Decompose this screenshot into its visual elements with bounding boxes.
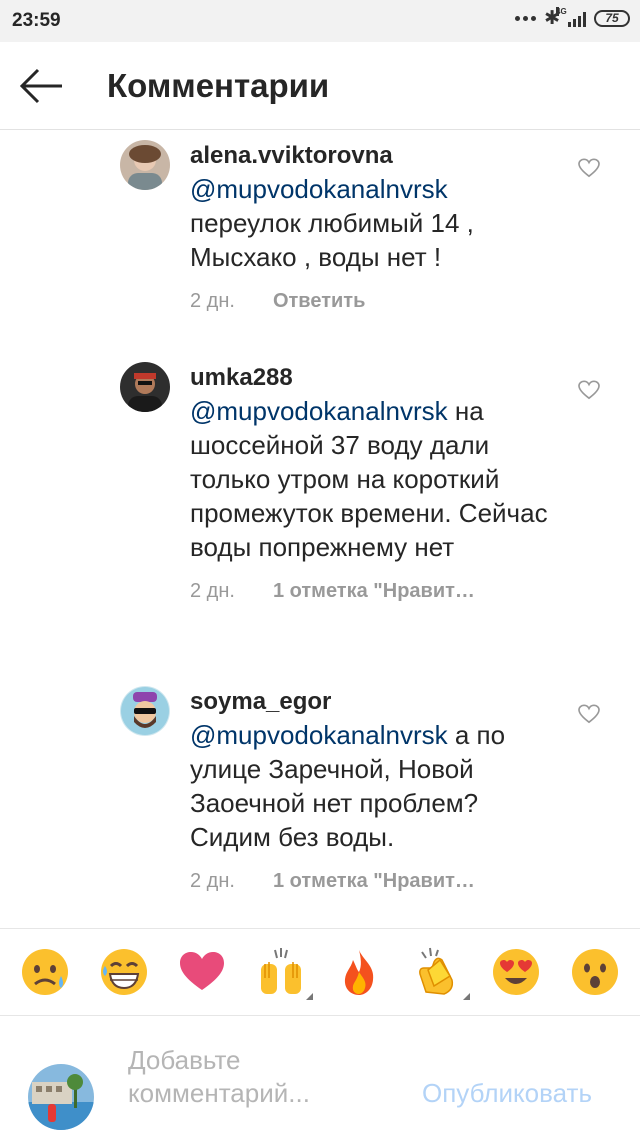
comment-input[interactable]: Добавьте комментарий...: [128, 1044, 408, 1110]
comment-mention[interactable]: @mupvodokanalnvrsk: [190, 396, 448, 426]
comment-time: 2 дн.: [190, 870, 235, 892]
comment-meta: 2 дн. 1 отметка "Нравит…: [190, 580, 560, 603]
likes-count-link[interactable]: 1 отметка "Нравит…: [273, 580, 475, 603]
avatar[interactable]: [120, 140, 170, 190]
avatar: [28, 1064, 94, 1130]
comment-username[interactable]: alena.vviktorovna: [190, 140, 560, 172]
comment-mention[interactable]: @mupvodokanalnvrsk: [190, 720, 448, 750]
publish-button[interactable]: Опубликовать: [422, 1078, 592, 1109]
status-bar: 23:59 ✱ 4G 75: [0, 0, 640, 42]
network-type-label: 4G: [556, 6, 567, 16]
comment-meta: 2 дн. 1 отметка "Нравит…: [190, 870, 560, 893]
comment-body: umka288 @mupvodokanalnvrsk на шоссейной …: [190, 362, 560, 603]
comment-time: 2 дн.: [190, 580, 235, 602]
comment-mention[interactable]: @mupvodokanalnvrsk: [190, 174, 448, 204]
reply-button[interactable]: Ответить: [273, 290, 365, 313]
clapping-hands-emoji[interactable]: [412, 946, 470, 1000]
comment-compose: Добавьте комментарий... Опубликовать: [0, 1016, 640, 1138]
heart-outline-icon[interactable]: [578, 704, 600, 724]
comment-time: 2 дн.: [190, 290, 235, 312]
likes-count-link[interactable]: 1 отметка "Нравит…: [273, 870, 475, 893]
comment-meta: 2 дн. Ответить: [190, 290, 560, 313]
heart-emoji[interactable]: [176, 946, 228, 998]
avatar[interactable]: [120, 686, 170, 736]
comment-text: @mupvodokanalnvrsk а по улице Заречной, …: [190, 718, 560, 854]
page-title: Комментарии: [107, 67, 330, 104]
skin-tone-indicator: [305, 993, 313, 1000]
fire-emoji[interactable]: [333, 946, 385, 998]
raised-hands-emoji[interactable]: [255, 946, 313, 1000]
heart-outline-icon[interactable]: [578, 380, 600, 400]
comment-username[interactable]: umka288: [190, 362, 560, 394]
sad-tear-emoji[interactable]: [19, 946, 71, 998]
signal-icon: 4G: [556, 6, 586, 27]
comment-body: alena.vviktorovna @mupvodokanalnvrsk пер…: [190, 140, 560, 313]
comment-body: soyma_egor @mupvodokanalnvrsk а по улице…: [190, 686, 560, 893]
status-icons: ✱ 4G 75: [515, 6, 630, 28]
more-dots-icon: [515, 16, 537, 21]
app-header: Комментарии: [0, 42, 640, 130]
emoji-quick-bar: [0, 928, 640, 1016]
heart-outline-icon[interactable]: [578, 158, 600, 178]
grin-sweat-emoji[interactable]: [98, 946, 150, 998]
comment-text: @mupvodokanalnvrsk переулок любимый 14 ,…: [190, 172, 560, 274]
skin-tone-indicator: [462, 993, 470, 1000]
avatar[interactable]: [120, 362, 170, 412]
surprised-emoji[interactable]: [569, 946, 621, 998]
comment-username[interactable]: soyma_egor: [190, 686, 560, 718]
battery-icon: 75: [594, 10, 630, 27]
arrow-left-icon[interactable]: [18, 64, 66, 108]
heart-eyes-emoji[interactable]: [490, 946, 542, 998]
comment-message: переулок любимый 14 , Мысхако , воды нет…: [190, 208, 474, 272]
comment-text: @mupvodokanalnvrsk на шоссейной 37 воду …: [190, 394, 560, 564]
status-time: 23:59: [12, 10, 61, 31]
